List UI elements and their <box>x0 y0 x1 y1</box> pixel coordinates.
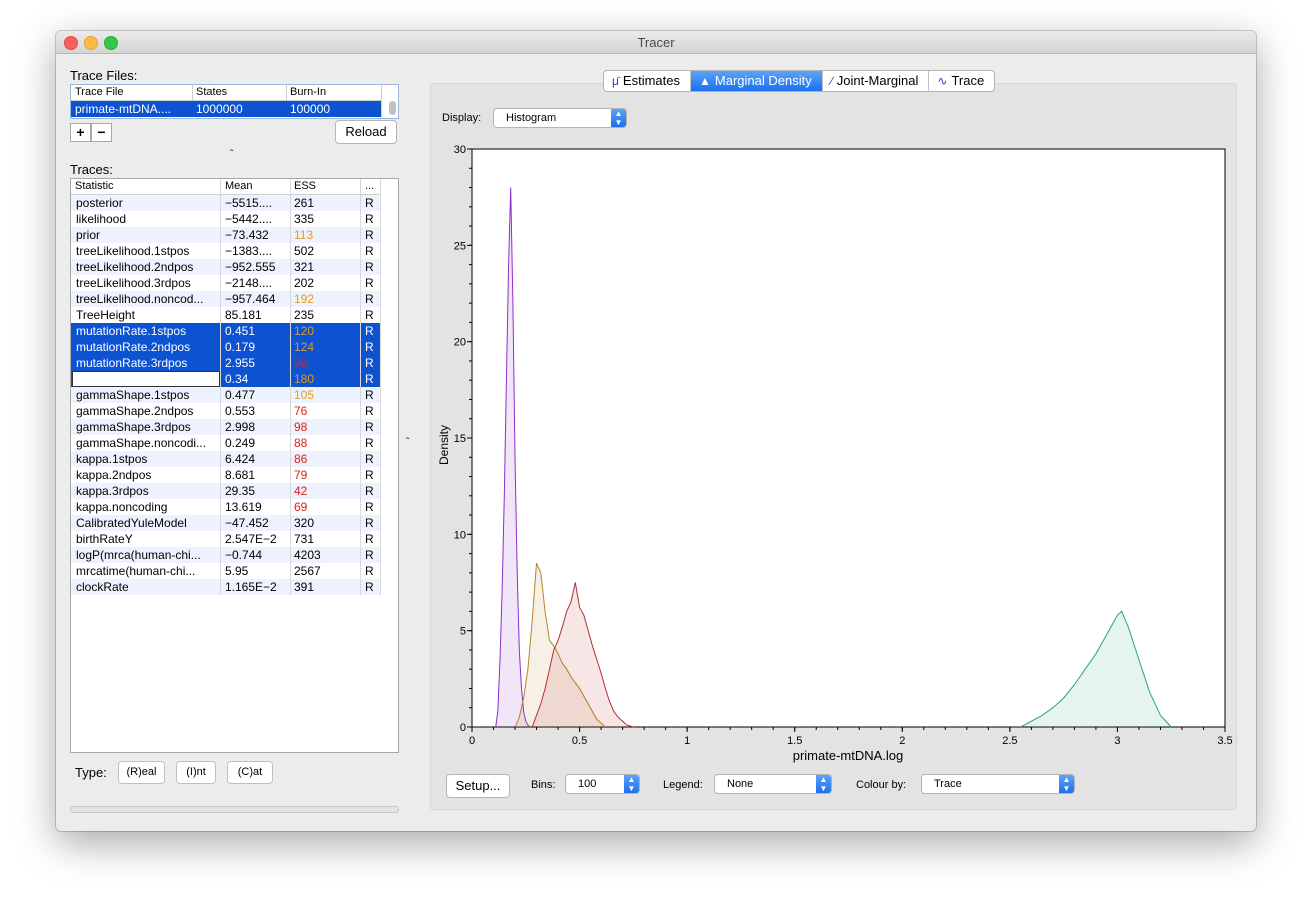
x-tick-label: 1.5 <box>787 735 802 747</box>
bins-select[interactable]: 100 ▲ ▼ <box>565 774 640 794</box>
legend-select[interactable]: None ▲ ▼ <box>714 774 832 794</box>
x-tick-label: 2 <box>899 735 905 747</box>
chevron-updown-icon: ▲ ▼ <box>624 775 639 793</box>
y-tick-label: 5 <box>460 626 466 638</box>
colour-by-select-value: Trace <box>934 778 962 790</box>
y-axis-label: Density <box>437 425 451 465</box>
setup-button[interactable]: Setup... <box>446 774 510 798</box>
y-tick-label: 10 <box>454 529 466 541</box>
chevron-updown-icon: ▲ ▼ <box>1059 775 1074 793</box>
colour-by-select[interactable]: Trace ▲ ▼ <box>921 774 1075 794</box>
x-tick-label: 1 <box>684 735 690 747</box>
bins-label: Bins: <box>531 779 556 791</box>
y-tick-label: 0 <box>460 722 466 734</box>
density-chart: 0 0.5 1 1.5 2 2.5 3 3.5 0 5 10 15 20 25 30 primate-mtD… <box>437 144 1233 763</box>
x-axis-label: primate-mtDNA.log <box>793 748 904 763</box>
x-tick-label: 0 <box>469 735 475 747</box>
x-tick-label: 2.5 <box>1002 735 1017 747</box>
x-tick-label: 3.5 <box>1217 735 1232 747</box>
y-tick-label: 30 <box>454 144 466 156</box>
legend-select-value: None <box>727 778 754 790</box>
colour-by-label: Colour by: <box>856 779 907 791</box>
y-tick-label: 15 <box>454 433 466 445</box>
bins-select-value: 100 <box>578 778 597 790</box>
chevron-updown-icon: ▲ ▼ <box>816 775 831 793</box>
y-tick-label: 20 <box>454 337 466 349</box>
x-tick-label: 0.5 <box>572 735 587 747</box>
tracer-window: Tracer Trace Files: Trace File States Bu… <box>56 31 1256 831</box>
x-tick-label: 3 <box>1114 735 1120 747</box>
y-tick-label: 25 <box>454 240 466 252</box>
legend-label: Legend: <box>663 779 703 791</box>
